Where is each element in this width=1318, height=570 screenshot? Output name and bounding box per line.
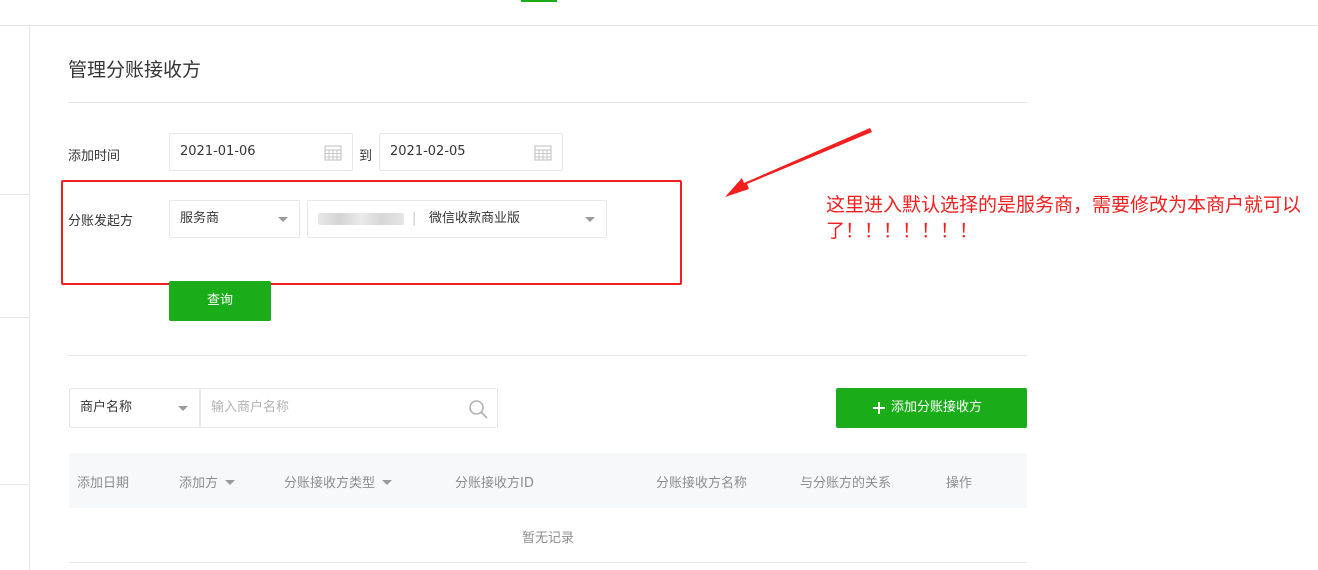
sidebar-divider	[0, 484, 29, 485]
end-date-value: 2021-02-05	[390, 144, 466, 159]
column-header-date: 添加日期	[77, 476, 130, 491]
calendar-icon[interactable]	[324, 144, 342, 161]
chevron-down-icon[interactable]	[225, 480, 236, 485]
column-header-adder[interactable]: 添加方	[179, 472, 236, 491]
query-button[interactable]: 查询	[169, 281, 271, 321]
column-header-receiver-type[interactable]: 分账接收方类型	[284, 472, 393, 491]
calendar-icon[interactable]	[534, 144, 552, 161]
annotation-highlight-box	[61, 180, 682, 285]
date-range-separator: 到	[359, 149, 373, 164]
merchant-name-input[interactable]: 输入商户名称	[200, 388, 498, 428]
sidebar-divider	[0, 317, 29, 318]
add-receiver-button[interactable]: 添加分账接收方	[836, 388, 1027, 428]
left-sidebar	[0, 26, 30, 570]
end-date-input[interactable]: 2021-02-05	[379, 133, 563, 171]
column-header-receiver-id: 分账接收方ID	[455, 476, 534, 491]
column-header-relation: 与分账方的关系	[800, 476, 892, 491]
empty-state-text: 暂无记录	[521, 531, 574, 546]
column-header-receiver-name: 分账接收方名称	[656, 476, 748, 491]
add-receiver-label: 添加分账接收方	[891, 400, 983, 415]
merchant-name-placeholder: 输入商户名称	[211, 400, 290, 415]
page-title: 管理分账接收方	[68, 59, 202, 81]
chevron-down-icon[interactable]	[382, 480, 393, 485]
column-header-actions: 操作	[946, 476, 973, 491]
annotation-text: 这里进入默认选择的是服务商，需要修改为本商户就可以了！！！！！！！	[826, 194, 1302, 242]
search-field-select[interactable]: 商户名称	[69, 388, 200, 428]
top-bar	[0, 0, 1318, 26]
sidebar-divider	[0, 194, 29, 195]
search-icon[interactable]	[468, 399, 488, 419]
plus-icon	[873, 402, 885, 414]
table-header: 添加日期 添加方 分账接收方类型 分账接收方ID 分账接收方名称 与分账方的关系…	[69, 453, 1027, 508]
annotation-arrow-icon	[725, 128, 872, 197]
chevron-down-icon	[178, 406, 188, 411]
table-body: 暂无记录	[69, 508, 1027, 563]
start-date-input[interactable]: 2021-01-06	[169, 133, 353, 171]
title-divider	[68, 102, 1027, 103]
search-field-value: 商户名称	[80, 400, 133, 415]
time-label: 添加时间	[68, 149, 121, 164]
active-nav-indicator	[521, 0, 557, 2]
start-date-value: 2021-01-06	[180, 144, 256, 159]
section-divider	[68, 355, 1027, 356]
